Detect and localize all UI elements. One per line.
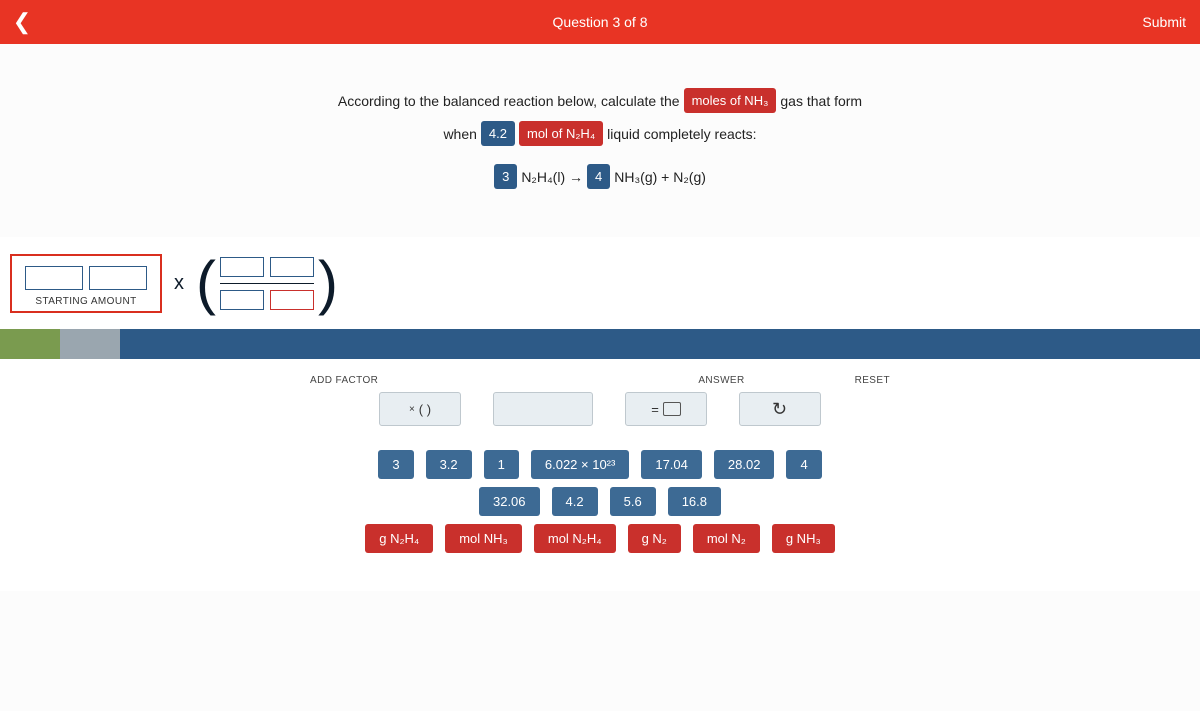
- given-unit-tag: mol of N₂H₄: [519, 121, 603, 146]
- answer-box-icon: [663, 402, 681, 416]
- q-line1-post: gas that form: [780, 93, 862, 109]
- number-tile[interactable]: 28.02: [714, 450, 775, 479]
- number-tile[interactable]: 16.8: [668, 487, 721, 516]
- add-factor-button[interactable]: × ( ): [379, 392, 461, 426]
- number-tiles-row-2: 32.06 4.2 5.6 16.8: [320, 487, 880, 516]
- question-counter: Question 3 of 8: [553, 14, 648, 30]
- numerator-unit-slot[interactable]: [270, 257, 314, 277]
- answer-button[interactable]: =: [625, 392, 707, 426]
- header-bar: ❮ Question 3 of 8 Submit: [0, 0, 1200, 44]
- progress-seg-grey: [60, 329, 120, 359]
- progress-band: [0, 329, 1200, 359]
- unit-tile[interactable]: mol N₂: [693, 524, 760, 553]
- starting-unit-slot[interactable]: [89, 266, 147, 290]
- given-value-tag: 4.2: [481, 121, 515, 146]
- chevron-left-icon: ❮: [13, 9, 31, 35]
- eq-reactant: N₂H₄(l) →: [521, 169, 583, 185]
- add-factor-label: ADD FACTOR: [310, 375, 378, 386]
- q-line2-post: liquid completely reacts:: [607, 126, 756, 142]
- denominator-value-slot[interactable]: [220, 290, 264, 310]
- number-tile[interactable]: 32.06: [479, 487, 540, 516]
- question-text: According to the balanced reaction below…: [0, 44, 1200, 237]
- number-tile[interactable]: 6.022 × 10²³: [531, 450, 629, 479]
- reset-label: RESET: [855, 375, 890, 386]
- unit-tile[interactable]: mol N₂H₄: [534, 524, 616, 553]
- multiply-symbol: x: [174, 272, 184, 295]
- dimensional-analysis-workspace: STARTING AMOUNT x ( ): [0, 237, 1200, 329]
- unit-tile[interactable]: g NH₃: [772, 524, 835, 553]
- number-tile[interactable]: 4: [786, 450, 821, 479]
- number-tile[interactable]: 5.6: [610, 487, 656, 516]
- answer-label: ANSWER: [698, 375, 744, 386]
- eq-coef-2: 4: [587, 164, 610, 189]
- fraction-bar: [220, 283, 314, 284]
- conversion-factor: ( ): [196, 256, 338, 310]
- starting-amount-box[interactable]: STARTING AMOUNT: [10, 254, 162, 313]
- unit-tile[interactable]: mol NH₃: [445, 524, 522, 553]
- number-tile[interactable]: 3.2: [426, 450, 472, 479]
- fraction: [216, 257, 318, 310]
- starting-amount-label: STARTING AMOUNT: [35, 296, 136, 307]
- scratch-area[interactable]: [493, 392, 593, 426]
- number-tile[interactable]: 1: [484, 450, 519, 479]
- number-tile[interactable]: 4.2: [552, 487, 598, 516]
- target-quantity-tag: moles of NH₃: [684, 88, 777, 113]
- back-button[interactable]: ❮: [0, 0, 44, 44]
- controls-panel: ADD FACTOR ANSWER RESET × ( ) = ↺ 3 3.2 …: [0, 359, 1200, 591]
- paren-left-icon: (: [196, 256, 216, 310]
- q-line1-pre: According to the balanced reaction below…: [338, 93, 680, 109]
- unit-tile[interactable]: g N₂: [628, 524, 681, 553]
- starting-value-slot[interactable]: [25, 266, 83, 290]
- paren-right-icon: ): [318, 256, 338, 310]
- denominator-unit-slot[interactable]: [270, 290, 314, 310]
- number-tile[interactable]: 17.04: [641, 450, 702, 479]
- number-tiles-row-1: 3 3.2 1 6.022 × 10²³ 17.04 28.02 4: [320, 450, 880, 479]
- undo-icon: ↺: [772, 399, 787, 420]
- eq-products: NH₃(g) + N₂(g): [614, 169, 706, 185]
- unit-tile[interactable]: g N₂H₄: [365, 524, 433, 553]
- unit-tiles-row: g N₂H₄ mol NH₃ mol N₂H₄ g N₂ mol N₂ g NH…: [290, 524, 910, 553]
- submit-button[interactable]: Submit: [1142, 14, 1186, 30]
- q-line2-pre: when: [443, 126, 476, 142]
- number-tile[interactable]: 3: [378, 450, 413, 479]
- eq-coef-1: 3: [494, 164, 517, 189]
- progress-seg-green: [0, 329, 60, 359]
- reset-button[interactable]: ↺: [739, 392, 821, 426]
- numerator-value-slot[interactable]: [220, 257, 264, 277]
